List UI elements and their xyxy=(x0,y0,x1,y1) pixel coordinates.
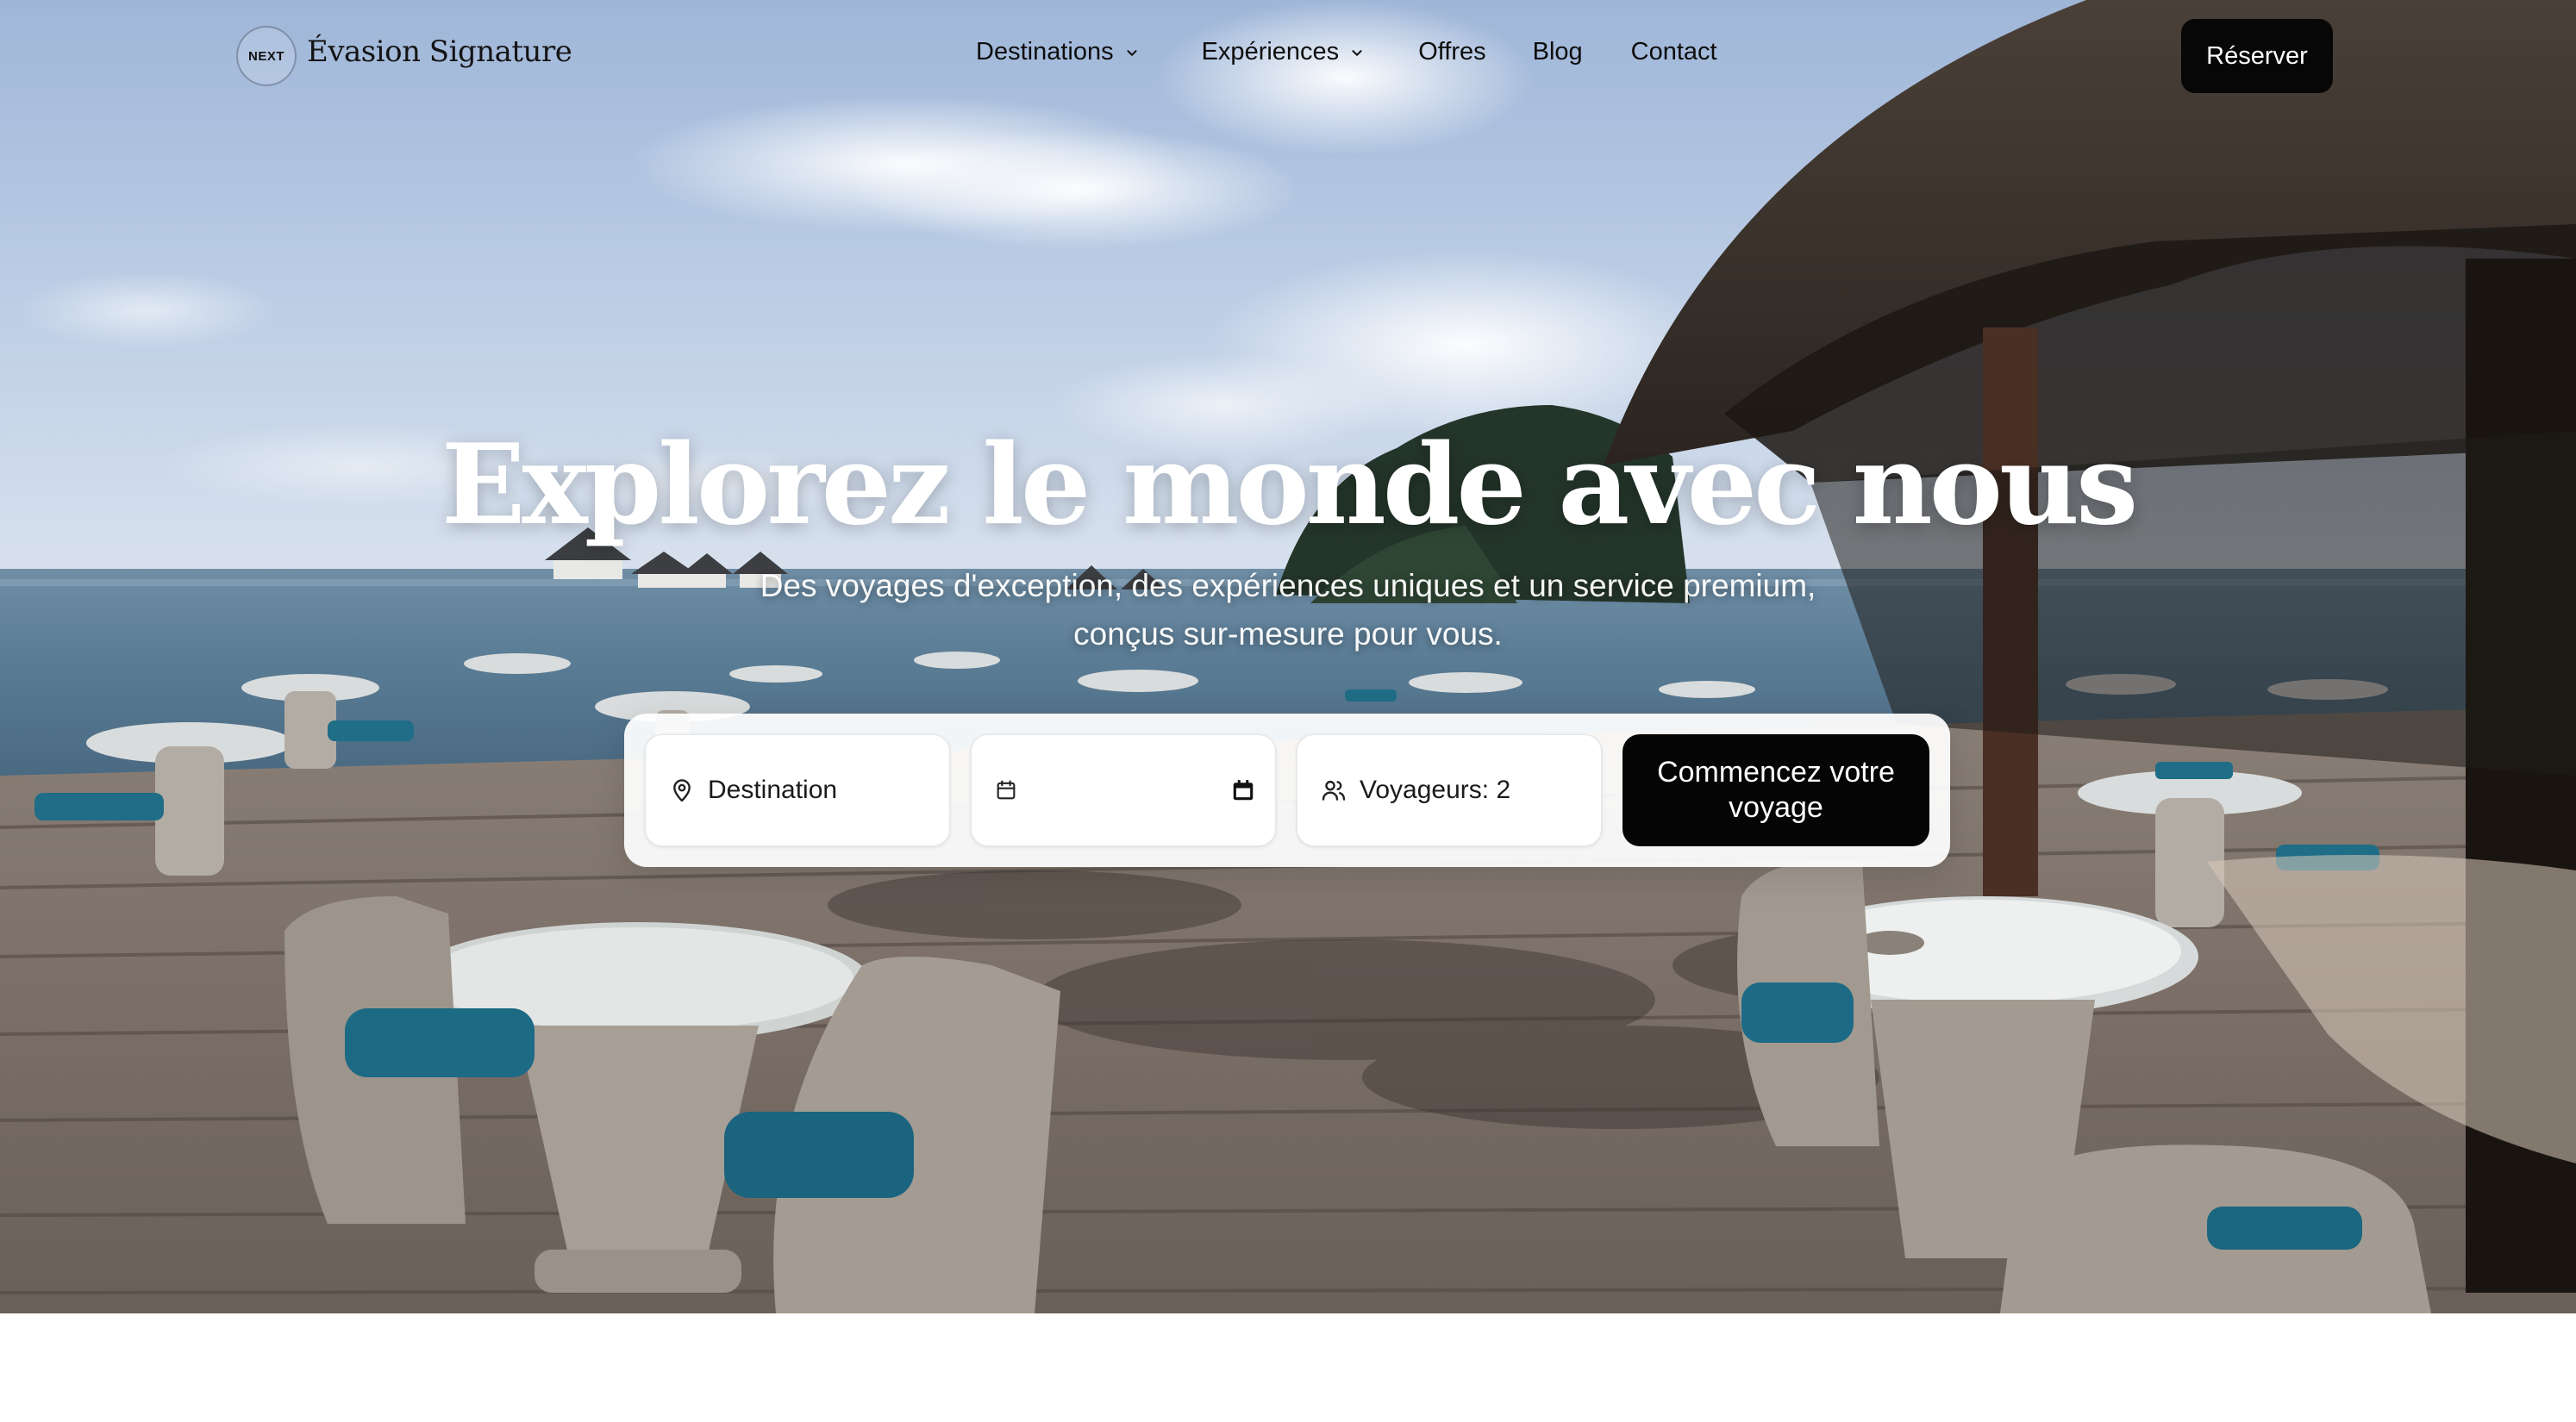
nav-destinations[interactable]: Destinations xyxy=(976,38,1141,66)
nav-contact[interactable]: Contact xyxy=(1631,38,1717,66)
trip-search-panel: Destination Voyageurs: 2 Commencez votre… xyxy=(624,714,1950,867)
nav-blog[interactable]: Blog xyxy=(1533,38,1583,66)
nav-destinations-label: Destinations xyxy=(976,38,1114,65)
nav-offres-label: Offres xyxy=(1418,38,1486,65)
chevron-down-icon xyxy=(1352,49,1362,56)
hero-title: Explorez le monde avec nous xyxy=(441,421,2138,550)
top-navbar: NEXT Évasion Signature Destinations Expé… xyxy=(0,0,2576,112)
logo-text: NEXT xyxy=(247,48,284,64)
start-trip-button[interactable]: Commencez votre voyage xyxy=(1623,734,1929,846)
nav-offres[interactable]: Offres xyxy=(1418,38,1485,66)
nav-contact-label: Contact xyxy=(1630,38,1717,65)
hero-subtitle-line-1: Des voyages d'exception, des expériences… xyxy=(760,568,1816,603)
calendar-picker-icon[interactable] xyxy=(1230,777,1256,803)
guests-value: Voyageurs: 2 xyxy=(1360,776,1511,804)
destination-input[interactable]: Destination xyxy=(645,734,950,846)
brand-name[interactable]: Évasion Signature xyxy=(307,34,572,69)
chevron-down-icon xyxy=(1127,49,1137,56)
hero-subtitle: Des voyages d'exception, des expériences… xyxy=(685,562,1891,658)
nav-blog-label: Blog xyxy=(1532,38,1583,65)
guests-input[interactable]: Voyageurs: 2 xyxy=(1297,734,1602,846)
map-pin-icon xyxy=(673,779,691,802)
reserve-button[interactable]: Réserver xyxy=(2181,19,2333,93)
nav-experiences-label: Expériences xyxy=(1201,38,1340,65)
brand-logo[interactable]: NEXT xyxy=(236,26,297,86)
calendar-icon xyxy=(997,780,1016,800)
destination-placeholder: Destination xyxy=(708,776,838,804)
users-icon xyxy=(1322,780,1346,801)
nav-experiences[interactable]: Expériences xyxy=(1202,38,1367,66)
main-nav: Destinations Expériences Offres Blog Con… xyxy=(976,38,1717,66)
date-input[interactable] xyxy=(971,734,1276,846)
hero-subtitle-line-2: conçus sur-mesure pour vous. xyxy=(1073,616,1503,652)
